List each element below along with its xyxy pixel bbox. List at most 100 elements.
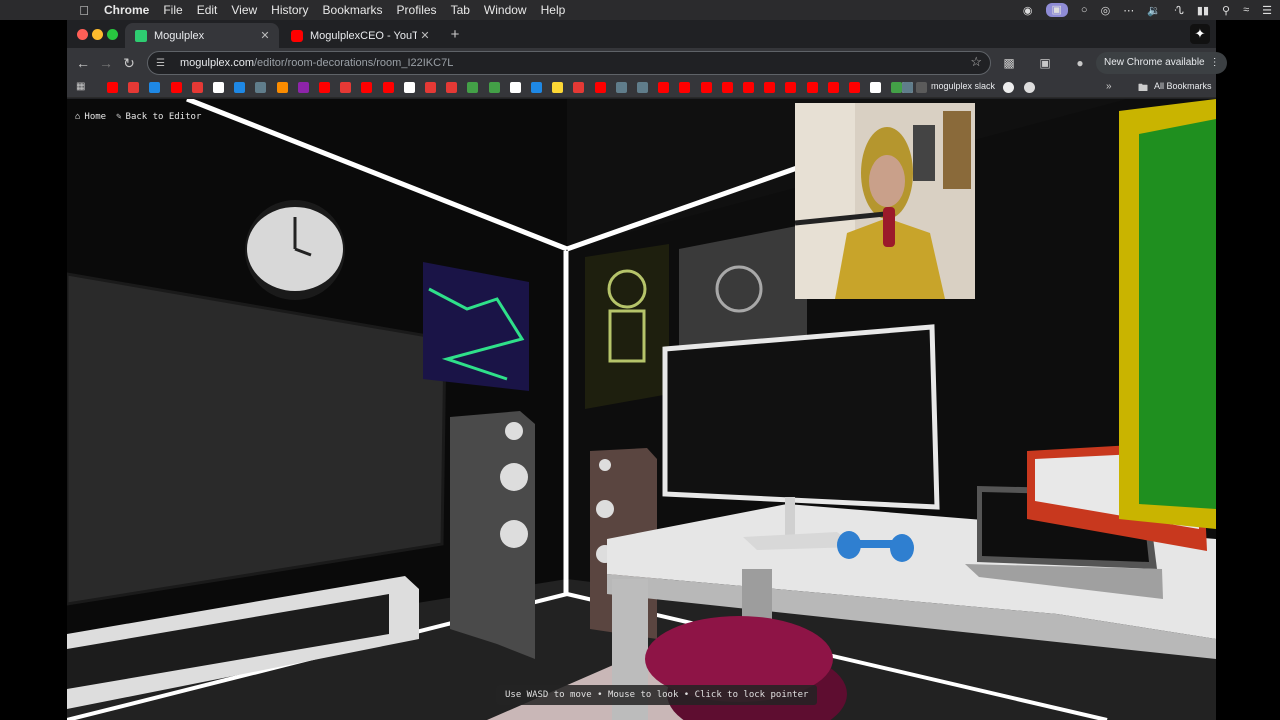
bookmark-favicon-icon[interactable] — [594, 82, 606, 93]
bookmark-favicon-icon[interactable] — [531, 82, 542, 93]
bookmark-favicon-icon[interactable] — [785, 82, 797, 93]
menu-edit[interactable]: Edit — [197, 3, 218, 17]
more-bookmarks-chevron-icon[interactable]: » — [1106, 81, 1112, 92]
bookmark-favicon-icon[interactable] — [764, 82, 776, 93]
github-favicon-icon[interactable] — [1003, 82, 1014, 93]
home-link[interactable]: Home — [84, 112, 106, 122]
bookmark-favicon-icon[interactable] — [849, 82, 860, 93]
window-zoom-button[interactable] — [107, 29, 118, 40]
bookmark-favicon-icon[interactable] — [552, 82, 564, 93]
back-arrow-icon[interactable]: ← — [73, 53, 93, 73]
record-icon[interactable]: ◎ — [1101, 4, 1111, 17]
bookmark-favicon-icon[interactable] — [128, 82, 140, 93]
bookmark-favicon-icon[interactable] — [213, 82, 224, 93]
bookmark-star-icon[interactable]: ☆ — [970, 54, 982, 70]
menu-history[interactable]: History — [271, 3, 308, 17]
tab-mogulplex[interactable]: Mogulplex ✕ — [125, 23, 279, 48]
extension-status-icon[interactable]: ◉ — [1023, 4, 1033, 17]
bluetooth-device-icon[interactable]: ⋯ — [1123, 4, 1134, 17]
bookmark-favicon-icon[interactable] — [658, 82, 670, 93]
bookmark-favicon-icon[interactable] — [488, 82, 500, 93]
bookmark-favicon-icon[interactable] — [425, 82, 436, 93]
address-bar[interactable]: ☰ mogulplex.com/editor/room-decorations/… — [147, 51, 991, 75]
gemini-sparkle-icon[interactable]: ✦ — [1190, 24, 1210, 44]
tab-close-icon[interactable]: ✕ — [417, 29, 433, 42]
tab-search-icon[interactable]: ▣ — [1036, 54, 1054, 72]
url-host: mogulplex.com — [180, 57, 254, 69]
menu-help[interactable]: Help — [541, 3, 566, 17]
apple-icon[interactable]:  — [76, 3, 92, 18]
bookmark-favicon-icon[interactable] — [700, 82, 712, 93]
bookmark-mogulplex-slack[interactable]: mogulplex slack — [931, 81, 995, 91]
pencil-icon: ✎ — [116, 112, 122, 122]
battery-icon[interactable]: ▮▮ — [1197, 4, 1209, 17]
menu-profiles[interactable]: Profiles — [397, 3, 437, 17]
screen-share-pill-icon[interactable]: ▣ — [1045, 3, 1068, 17]
site-info-icon[interactable]: ☰ — [156, 58, 170, 69]
apps-grid-icon[interactable]: ▦ — [76, 81, 85, 92]
bookmark-favicon-icon[interactable] — [107, 82, 118, 93]
bookmark-favicon-icon[interactable] — [403, 82, 415, 93]
tab-close-icon[interactable]: ✕ — [257, 29, 273, 42]
window-close-button[interactable] — [77, 29, 88, 40]
bookmark-favicon-icon[interactable] — [573, 82, 585, 93]
back-to-editor-link[interactable]: Back to Editor — [126, 112, 202, 122]
menu-app-name[interactable]: Chrome — [104, 3, 149, 17]
speaker-woofer-2 — [500, 520, 528, 548]
bookmark-favicon-icon[interactable] — [467, 82, 479, 93]
kebab-menu-icon[interactable]: ⋮ — [1210, 52, 1220, 74]
bookmark-favicon-icon[interactable] — [891, 82, 903, 93]
menu-tab[interactable]: Tab — [451, 3, 470, 17]
bookmark-favicon-icon[interactable] — [276, 82, 288, 93]
bookmark-favicon-icon[interactable] — [615, 82, 627, 93]
window-minimize-button[interactable] — [92, 29, 103, 40]
bookmark-favicon-icon[interactable] — [827, 82, 839, 93]
new-chrome-available-button[interactable]: New Chrome available ⋮ — [1096, 52, 1227, 74]
bookmark-favicon-icon[interactable] — [870, 82, 882, 93]
bookmark-favicon-icon[interactable] — [902, 82, 913, 93]
wifi-icon[interactable]: ≈ — [1243, 4, 1249, 16]
circle-favicon-icon[interactable] — [1024, 82, 1035, 93]
extensions-puzzle-icon[interactable]: ▩ — [1000, 54, 1018, 72]
bookmark-favicon-icon[interactable] — [170, 82, 182, 93]
bookmark-favicon-icon[interactable] — [340, 82, 352, 93]
menu-bookmarks[interactable]: Bookmarks — [323, 3, 383, 17]
tab-title: MogulplexCEO - YouTube — [310, 29, 417, 42]
profile-avatar-icon[interactable]: ● — [1071, 54, 1089, 72]
all-bookmarks-button[interactable]: All Bookmarks — [1154, 81, 1212, 91]
control-center-icon[interactable]: ☰ — [1262, 4, 1272, 17]
new-tab-plus-icon[interactable]: + — [445, 25, 465, 45]
volume-icon[interactable]: 🔉 — [1147, 4, 1161, 17]
bookmark-favicon-icon[interactable] — [297, 82, 309, 93]
controls-hint: Use WASD to move • Mouse to look • Click… — [496, 685, 818, 705]
menu-window[interactable]: Window — [484, 3, 527, 17]
bluetooth-icon[interactable]: ᔗ — [1174, 4, 1184, 17]
bookmark-favicon-icon[interactable] — [382, 82, 394, 93]
bookmark-favicon-icon[interactable] — [743, 82, 754, 93]
scene-navigation: ⌂ Home ✎ Back to Editor — [75, 112, 201, 122]
menu-view[interactable]: View — [231, 3, 257, 17]
reload-icon[interactable]: ↻ — [119, 53, 139, 73]
bookmark-favicon-icon[interactable] — [149, 82, 161, 93]
bookmark-favicon-icon[interactable] — [319, 82, 330, 93]
bookmark-favicon-icon[interactable] — [637, 82, 648, 93]
poster-skeleton — [585, 244, 669, 409]
webcam-overlay — [795, 103, 975, 299]
bookmark-favicon-icon[interactable] — [234, 82, 246, 93]
creative-cloud-icon[interactable]: ○ — [1081, 4, 1088, 16]
bookmark-favicon-icon[interactable] — [255, 82, 267, 93]
dumbbell-right — [890, 534, 914, 562]
bookmark-favicon-icon[interactable] — [446, 82, 458, 93]
bookmark-favicon-icon[interactable] — [361, 82, 373, 93]
webcam-feed — [795, 103, 975, 299]
3d-room-viewport[interactable]: ⌂ Home ✎ Back to Editor Use WASD to move… — [67, 99, 1216, 720]
bookmark-favicon-icon[interactable] — [806, 82, 818, 93]
search-icon[interactable]: ⚲ — [1222, 4, 1230, 17]
bookmark-favicon-icon[interactable] — [721, 82, 733, 93]
menu-file[interactable]: File — [163, 3, 182, 17]
forward-arrow-icon[interactable]: → — [96, 53, 116, 73]
bookmark-favicon-icon[interactable] — [191, 82, 203, 93]
bookmark-favicon-icon[interactable] — [679, 82, 691, 93]
tab-youtube[interactable]: MogulplexCEO - YouTube ✕ — [281, 23, 439, 48]
bookmark-favicon-icon[interactable] — [509, 82, 521, 93]
